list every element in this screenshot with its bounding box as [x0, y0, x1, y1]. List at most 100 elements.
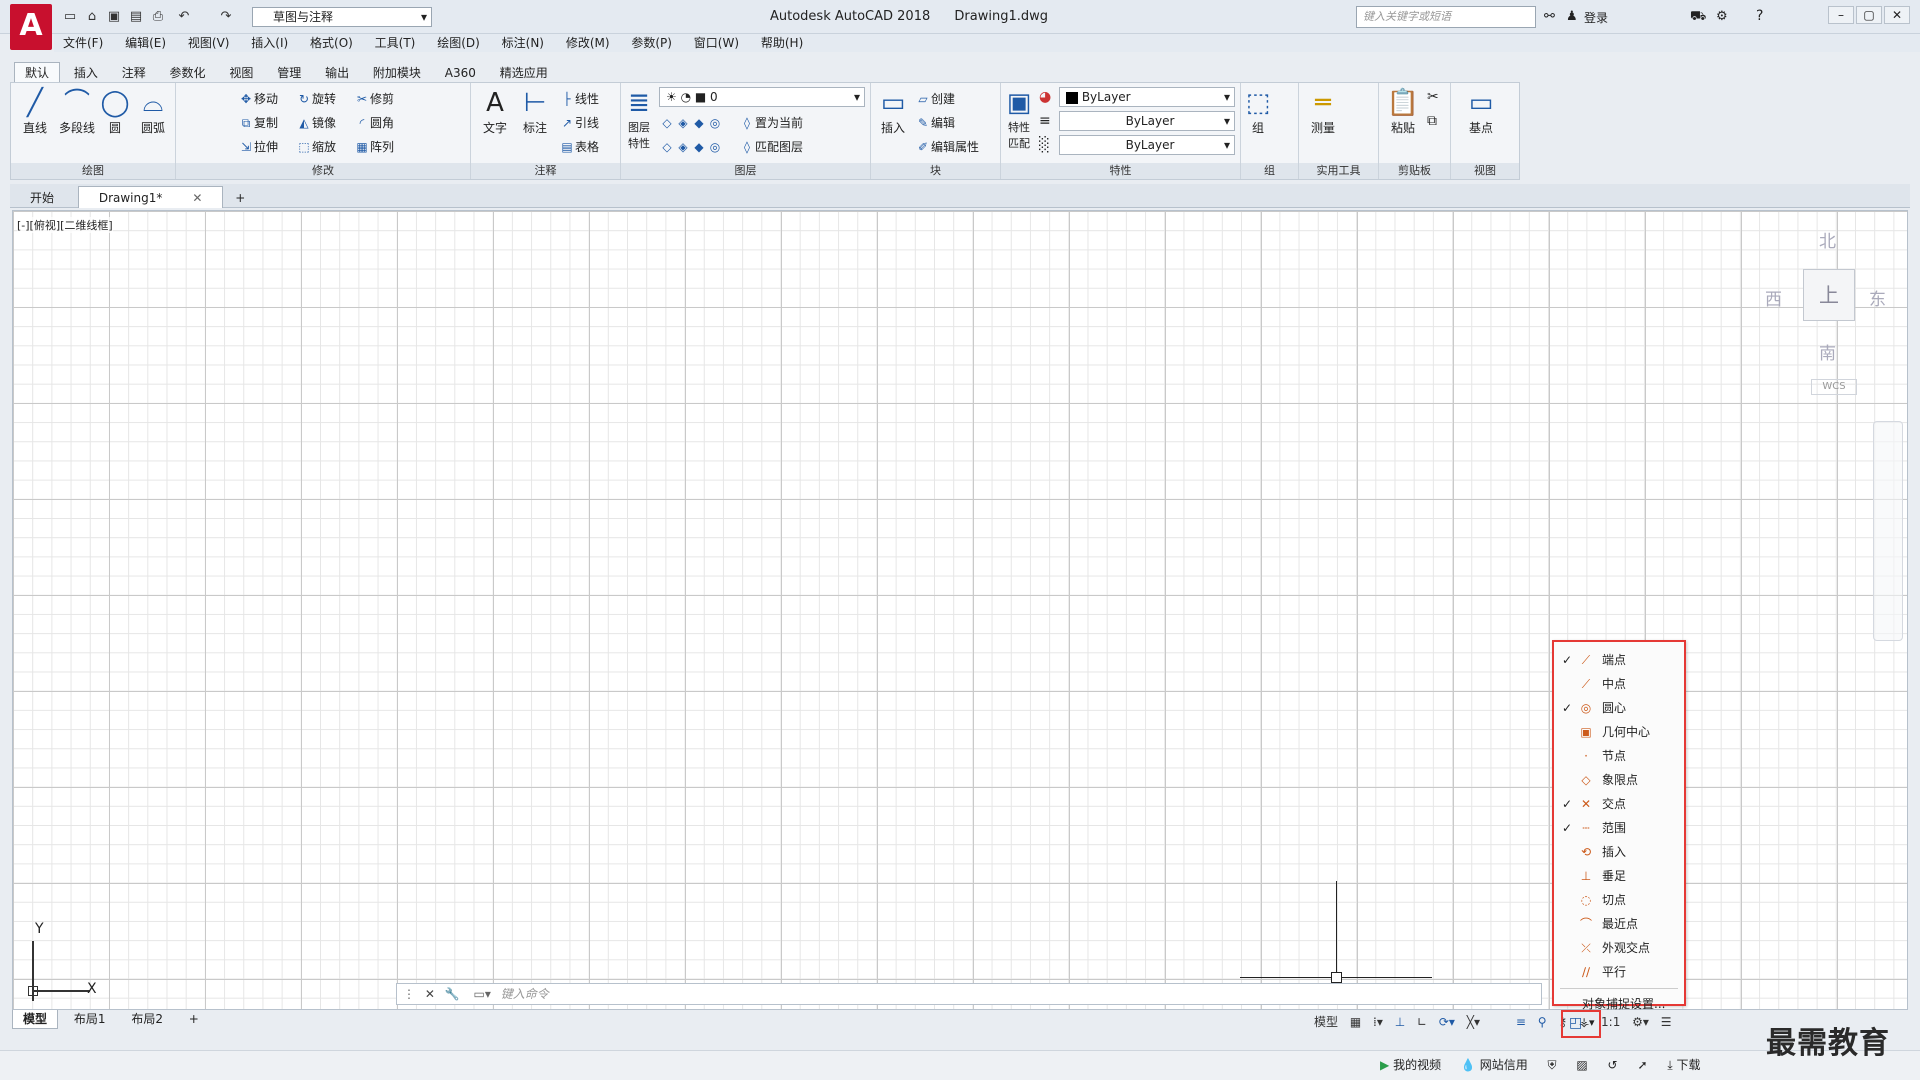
navigation-bar[interactable] — [1873, 421, 1903, 641]
workspace-gear-icon[interactable]: ⚙▾ — [1632, 1012, 1649, 1032]
annotation-visibility-icon[interactable]: ⚲ — [1538, 1012, 1547, 1032]
menu-dimension[interactable]: 标注(N) — [493, 34, 553, 52]
tab-layout2[interactable]: 布局2 — [121, 1010, 173, 1028]
menu-view[interactable]: 视图(V) — [179, 34, 239, 52]
menu-insert[interactable]: 插入(I) — [242, 34, 297, 52]
set-current-tool[interactable]: ◊ 置为当前 — [739, 111, 803, 135]
my-video-button[interactable]: ▶ 我的视频 — [1380, 1051, 1441, 1079]
object-snap-item[interactable]: ⊥ 垂足 — [1554, 864, 1684, 888]
menu-window[interactable]: 窗口(W) — [685, 34, 748, 52]
panel-groups-title[interactable]: 组 — [1241, 163, 1298, 179]
snap-icon[interactable]: ⁞▾ — [1373, 1012, 1383, 1032]
panel-view-title[interactable]: 视图 — [1451, 163, 1519, 179]
tab-output[interactable]: 输出 — [315, 63, 359, 83]
viewcube-west[interactable]: 西 — [1765, 285, 1782, 310]
grid-icon[interactable]: ▦ — [1350, 1012, 1361, 1032]
tab-drawing1[interactable]: Drawing1* ✕ — [77, 186, 224, 208]
cut-icon[interactable]: ✂ — [1427, 89, 1439, 105]
panel-modify-title[interactable]: 修改 — [176, 163, 470, 179]
save-as-icon[interactable]: ▤ — [128, 9, 144, 25]
viewcube-top[interactable]: 上 — [1803, 269, 1855, 321]
tab-start[interactable]: 开始 — [10, 187, 74, 209]
user-icon[interactable]: ♟ — [1566, 9, 1578, 24]
command-line[interactable]: ⋮ ✕ 🔧 ▭▾ 键入命令 — [396, 983, 1542, 1005]
edit-attributes-tool[interactable]: ✐ 编辑属性 — [915, 135, 979, 159]
insert-block-tool[interactable]: ▭ 插入 — [873, 87, 913, 136]
add-layout-button[interactable]: + — [179, 1010, 209, 1028]
close-icon[interactable]: ✕ — [1884, 6, 1910, 24]
object-snap-item[interactable]: ∕∕ 平行 — [1554, 960, 1684, 984]
array-tool[interactable]: ▦ 阵列 — [354, 135, 394, 159]
layer-tools-row2[interactable]: ◇ ◈ ◆ ◎ — [659, 135, 723, 159]
binoculars-icon[interactable]: ⚯ — [1544, 9, 1555, 24]
tab-layout1[interactable]: 布局1 — [64, 1010, 116, 1028]
layer-select[interactable]: ☀ ◔ ■ 0 ▾ — [659, 87, 865, 107]
redo-icon[interactable]: ↷ — [218, 9, 234, 25]
menu-help[interactable]: 帮助(H) — [752, 34, 812, 52]
object-snap-item[interactable]: ✓ ┄ 范围 — [1554, 816, 1684, 840]
tab-parametric[interactable]: 参数化 — [160, 63, 216, 83]
layer-properties-tool[interactable]: ≣ 图层 特性 — [623, 87, 655, 151]
panel-utilities-title[interactable]: 实用工具 — [1299, 163, 1378, 179]
tab-annotate[interactable]: 注释 — [112, 63, 156, 83]
close-icon[interactable]: ✕ — [192, 191, 202, 205]
trim-tool[interactable]: ✂ 修剪 — [354, 87, 394, 111]
new-tab-button[interactable]: + — [227, 187, 253, 209]
save-icon[interactable]: ▣ — [106, 9, 122, 25]
copy-clip-icon[interactable]: ⧉ — [1427, 113, 1437, 129]
menu-draw[interactable]: 绘图(D) — [428, 34, 489, 52]
object-snap-item[interactable]: ✓ ⟋ 端点 — [1554, 648, 1684, 672]
object-snap-settings[interactable]: 对象捕捉设置... — [1554, 993, 1684, 1015]
linetype-select[interactable]: ByLayer ▾ — [1059, 111, 1235, 131]
text-tool[interactable]: A 文字 — [475, 87, 515, 136]
cart-icon[interactable]: ⛟ — [1690, 9, 1706, 26]
close-icon[interactable]: ✕ — [425, 987, 435, 1001]
object-snap-item[interactable]: ⌒ 最近点 — [1554, 912, 1684, 936]
object-snap-item[interactable]: ⟋ 中点 — [1554, 672, 1684, 696]
wrench-icon[interactable]: 🔧 — [445, 987, 460, 1001]
object-snap-item[interactable]: · 节点 — [1554, 744, 1684, 768]
object-snap-item[interactable]: ⤫ 外观交点 — [1554, 936, 1684, 960]
edit-block-tool[interactable]: ✎ 编辑 — [915, 111, 955, 135]
object-snap-item[interactable]: ⟲ 插入 — [1554, 840, 1684, 864]
viewcube-east[interactable]: 东 — [1869, 285, 1886, 310]
mirror-tool[interactable]: ◭ 镜像 — [296, 111, 336, 135]
match-layer-tool[interactable]: ◊ 匹配图层 — [739, 135, 803, 159]
rotate-tool[interactable]: ↻ 旋转 — [296, 87, 336, 111]
ortho-icon[interactable]: ∟ — [1417, 1012, 1427, 1032]
lineweight-select[interactable]: ByLayer ▾ — [1059, 135, 1235, 155]
annotation-scale-value[interactable]: 1:1 — [1601, 1012, 1620, 1032]
color-select[interactable]: ByLayer ▾ — [1059, 87, 1235, 107]
menu-tools[interactable]: 工具(T) — [366, 34, 425, 52]
search-input[interactable]: 键入关键字或短语 — [1356, 6, 1536, 28]
history-icon[interactable]: ↺ — [1608, 1051, 1618, 1079]
rocket-icon[interactable]: ➚ — [1637, 1051, 1647, 1079]
copy-tool[interactable]: ⧉ 复制 — [238, 111, 278, 135]
measure-tool[interactable]: ═ 测量 — [1303, 87, 1343, 136]
polyline-tool[interactable]: ⌒ 多段线 — [57, 87, 97, 136]
wcs-menu[interactable]: WCS — [1811, 379, 1857, 395]
dimension-tool[interactable]: ⊢ 标注 — [515, 87, 555, 136]
image-icon[interactable]: ▨ — [1576, 1051, 1587, 1079]
viewcube-north[interactable]: 北 — [1819, 227, 1836, 252]
undo-icon[interactable]: ↶ — [176, 9, 192, 25]
object-snap-item[interactable]: ▣ 几何中心 — [1554, 720, 1684, 744]
print-icon[interactable]: ⎙ — [150, 9, 166, 25]
tab-a360[interactable]: A360 — [435, 63, 486, 83]
exchange-icon[interactable]: ⚙ — [1716, 9, 1728, 24]
layer-tools-row1[interactable]: ◇ ◈ ◆ ◎ — [659, 111, 723, 135]
application-menu-button[interactable]: A — [10, 4, 52, 50]
create-block-tool[interactable]: ▱ 创建 — [915, 87, 955, 111]
lineweight-toggle-icon[interactable]: ≡ — [1516, 1012, 1526, 1032]
panel-properties-title[interactable]: 特性 — [1001, 163, 1240, 179]
line-tool[interactable]: ╱ 直线 — [15, 87, 55, 136]
isodraft-icon[interactable]: ╳▾ — [1467, 1012, 1480, 1032]
object-snap-item[interactable]: ✓ ✕ 交点 — [1554, 792, 1684, 816]
net-credit-button[interactable]: 💧 网站信用 — [1461, 1051, 1528, 1079]
tab-default[interactable]: 默认 — [14, 62, 61, 83]
open-file-icon[interactable]: ⌂ — [84, 9, 100, 25]
tab-manage[interactable]: 管理 — [267, 63, 311, 83]
polar-icon[interactable]: ⟳▾ — [1439, 1012, 1455, 1032]
shield-icon[interactable]: ⛨ — [1548, 1051, 1557, 1079]
base-point-tool[interactable]: ▭ 基点 — [1461, 87, 1501, 136]
